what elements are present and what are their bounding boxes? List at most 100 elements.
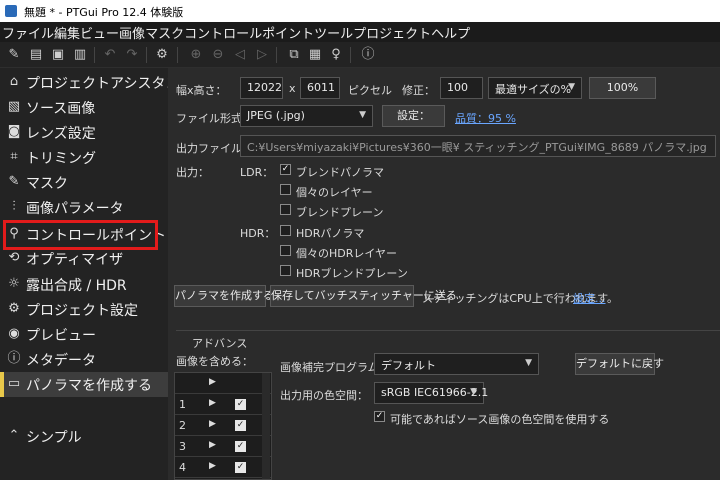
title-bar: 無題 * - PTGui Pro 12.4 体験版 bbox=[0, 0, 720, 22]
sun-icon: ☼ bbox=[8, 276, 20, 291]
table-row[interactable]: 1 ▶ ✓ bbox=[175, 394, 271, 415]
sidebar-item-label: マスク bbox=[26, 176, 68, 192]
hdr-layers-checkbox[interactable] bbox=[280, 245, 291, 256]
light-bulb-icon[interactable]: ♀ bbox=[327, 46, 345, 64]
include-images-table: ▶ 1 ▶ ✓ 2 ▶ ✓ 3 ▶ ✓ 4 ▶ ✓ bbox=[174, 372, 272, 480]
toolbar: ✎ ▤ ▣ ▥ ↶ ↷ ⚙ ⊕ ⊖ ◁ ▷ ⧉ ▦ ♀ ⓘ bbox=[0, 42, 720, 68]
redo-icon[interactable]: ↷ bbox=[123, 46, 141, 64]
sidebar-item-project-settings[interactable]: ⚙ プロジェクト設定 bbox=[0, 297, 168, 322]
output-file-input[interactable]: C:¥Users¥miyazaki¥Pictures¥360一眼¥ スティッチン… bbox=[240, 135, 716, 157]
play-icon: ▶ bbox=[209, 377, 216, 387]
previous-icon[interactable]: ◁ bbox=[231, 46, 249, 64]
help-icon[interactable]: ⓘ bbox=[359, 46, 377, 64]
toolbar-divider bbox=[350, 47, 351, 63]
hdr-panorama-label: HDRパノラマ bbox=[296, 227, 365, 240]
hdr-panorama-checkbox[interactable] bbox=[280, 225, 291, 236]
format-select[interactable]: JPEG (.jpg) ▼ bbox=[240, 105, 373, 127]
ldr-layers-checkbox[interactable] bbox=[280, 184, 291, 195]
sidebar-item-create-panorama[interactable]: ▭ パノラマを作成する bbox=[0, 372, 168, 397]
table-row[interactable]: 4 ▶ ✓ bbox=[175, 457, 271, 478]
interpolator-select[interactable]: デフォルト ▼ bbox=[374, 353, 539, 375]
menu-file[interactable]: ファイル bbox=[2, 23, 54, 42]
batch-stitcher-button[interactable]: 保存してバッチスティッチャーに送る bbox=[270, 285, 457, 307]
sidebar-item-label: 画像パラメータ bbox=[26, 201, 124, 217]
optimal-size-select[interactable]: 最適サイズの% ▼ bbox=[488, 77, 582, 99]
include-checkbox[interactable]: ✓ bbox=[235, 462, 246, 473]
sidebar-item-metadata[interactable]: ⓘ メタデータ bbox=[0, 347, 168, 372]
sidebar-item-source-images[interactable]: ▧ ソース画像 bbox=[0, 95, 168, 120]
hdr-label: HDR： bbox=[240, 227, 276, 240]
sidebar-item-lens-settings[interactable]: ◙ レンズ設定 bbox=[0, 120, 168, 145]
row-number: 3 bbox=[179, 440, 186, 453]
sidebar-item-label: ソース画像 bbox=[26, 101, 96, 117]
menu-image[interactable]: 画像 bbox=[119, 23, 145, 42]
table-header-row: ▶ bbox=[175, 373, 271, 394]
sidebar-item-crop[interactable]: ⌗ トリミング bbox=[0, 145, 168, 170]
hdr-planes-checkbox[interactable] bbox=[280, 265, 291, 276]
table-scrollbar[interactable] bbox=[262, 373, 270, 479]
format-settings-button[interactable]: 設定： bbox=[382, 105, 445, 127]
stitch-settings-link[interactable]: 設定... bbox=[573, 290, 606, 306]
sidebar: ⌂ プロジェクトアシスタント ▧ ソース画像 ◙ レンズ設定 ⌗ トリミング ✎… bbox=[0, 68, 194, 480]
play-icon: ▶ bbox=[209, 440, 216, 450]
include-checkbox[interactable]: ✓ bbox=[235, 420, 246, 431]
play-icon: ▶ bbox=[209, 398, 216, 408]
sidebar-item-mask[interactable]: ✎ マスク bbox=[0, 170, 168, 195]
height-input[interactable]: 6011 bbox=[300, 77, 340, 99]
zoom-out-icon[interactable]: ⊖ bbox=[209, 46, 227, 64]
toolbar-divider bbox=[177, 47, 178, 63]
save-as-icon[interactable]: ▥ bbox=[71, 46, 89, 64]
settings-icon[interactable]: ⚙ bbox=[153, 46, 171, 64]
percent-100-button[interactable]: 100% bbox=[589, 77, 656, 99]
sidebar-item-label: プロジェクト設定 bbox=[26, 303, 138, 319]
table-row[interactable]: 2 ▶ ✓ bbox=[175, 415, 271, 436]
create-panorama-button[interactable]: パノラマを作成する bbox=[174, 285, 274, 307]
simple-mode-toggle[interactable]: ⌃ シンプル bbox=[0, 424, 168, 449]
play-icon: ▶ bbox=[209, 461, 216, 471]
colorspace-label: 出力用の色空間： bbox=[280, 389, 368, 402]
open-icon[interactable]: ▤ bbox=[27, 46, 45, 64]
colorspace-select[interactable]: sRGB IEC61966-2.1 ▼ bbox=[374, 382, 488, 404]
interpolator-value: デフォルト bbox=[381, 359, 436, 372]
sidebar-item-image-parameters[interactable]: ⫶ 画像パラメータ bbox=[0, 195, 168, 220]
optimal-size-value: 最適サイズの% bbox=[495, 83, 572, 96]
include-checkbox[interactable]: ✓ bbox=[235, 399, 246, 410]
reset-default-button[interactable]: デフォルトに戻す bbox=[575, 353, 664, 375]
chevron-down-icon: ▼ bbox=[470, 387, 477, 397]
chevron-up-icon: ⌃ bbox=[8, 428, 20, 443]
include-checkbox[interactable]: ✓ bbox=[235, 441, 246, 452]
ldr-planes-checkbox[interactable] bbox=[280, 204, 291, 215]
row-number: 1 bbox=[179, 398, 186, 411]
size-unit: ピクセル bbox=[348, 84, 392, 97]
zoom-in-icon[interactable]: ⊕ bbox=[187, 46, 205, 64]
table-icon[interactable]: ▦ bbox=[306, 46, 324, 64]
play-icon: ▶ bbox=[209, 419, 216, 429]
ldr-layers-label: 個々のレイヤー bbox=[296, 186, 373, 199]
sidebar-item-label: トリミング bbox=[26, 151, 96, 167]
output-label: 出力： bbox=[176, 166, 209, 179]
sidebar-item-label: オプティマイザ bbox=[26, 252, 124, 268]
save-icon[interactable]: ▣ bbox=[49, 46, 67, 64]
table-row[interactable]: 3 ▶ ✓ bbox=[175, 436, 271, 457]
undo-icon[interactable]: ↶ bbox=[101, 46, 119, 64]
home-icon: ⌂ bbox=[9, 74, 19, 89]
new-project-icon[interactable]: ✎ bbox=[5, 46, 23, 64]
width-input[interactable]: 12022 bbox=[240, 77, 283, 99]
chevron-down-icon: ▼ bbox=[359, 110, 366, 120]
fix-input[interactable]: 100 bbox=[440, 77, 483, 99]
sidebar-item-preview[interactable]: ◉ プレビュー bbox=[0, 322, 168, 347]
panorama-editor-icon[interactable]: ⧉ bbox=[285, 46, 303, 64]
menu-tools[interactable]: ツール bbox=[314, 23, 353, 42]
sidebar-item-project-assistant[interactable]: ⌂ プロジェクトアシスタント bbox=[0, 70, 194, 95]
menu-edit[interactable]: 編集 bbox=[54, 23, 80, 42]
menu-view[interactable]: ビュー bbox=[80, 23, 119, 42]
quality-link[interactable]: 品質：95 % bbox=[455, 110, 516, 126]
use-source-colorspace-checkbox[interactable]: ✓ bbox=[374, 411, 385, 422]
sidebar-item-exposure-hdr[interactable]: ☼ 露出合成 / HDR bbox=[0, 272, 168, 297]
ldr-blended-checkbox[interactable]: ✓ bbox=[280, 164, 291, 175]
menu-mask[interactable]: マスク bbox=[145, 23, 184, 42]
menu-help[interactable]: ヘルプ bbox=[431, 23, 470, 42]
menu-control-points[interactable]: コントロールポイント bbox=[184, 23, 314, 42]
menu-project[interactable]: プロジェクト bbox=[353, 23, 431, 42]
next-icon[interactable]: ▷ bbox=[253, 46, 271, 64]
